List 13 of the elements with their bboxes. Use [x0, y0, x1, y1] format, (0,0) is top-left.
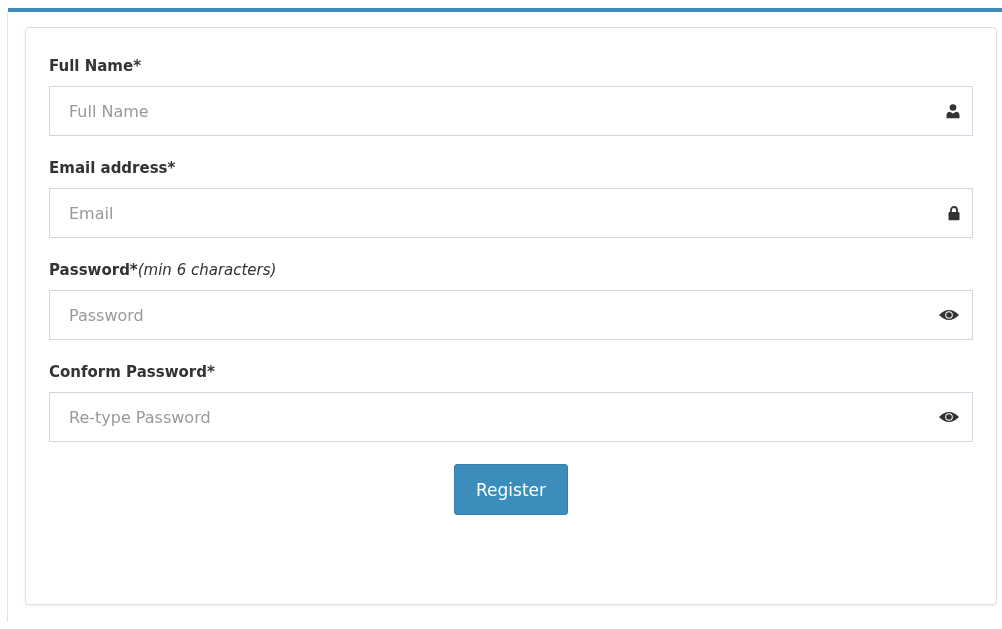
- user-icon: [946, 103, 960, 119]
- field-label: Conform Password*: [49, 362, 216, 382]
- register-button[interactable]: Register: [454, 464, 568, 515]
- eye-icon[interactable]: [938, 308, 960, 322]
- input-field[interactable]: Full Name: [49, 86, 973, 136]
- lock-icon: [948, 205, 960, 221]
- field-label: Password*(min 6 characters): [49, 260, 278, 280]
- input-field[interactable]: Re-type Password: [49, 392, 973, 442]
- eye-icon[interactable]: [938, 410, 960, 424]
- input-field[interactable]: Password: [49, 290, 973, 340]
- field-label: Full Name*: [49, 56, 142, 76]
- input-field[interactable]: Email: [49, 188, 973, 238]
- field-label: Email address*: [49, 158, 177, 178]
